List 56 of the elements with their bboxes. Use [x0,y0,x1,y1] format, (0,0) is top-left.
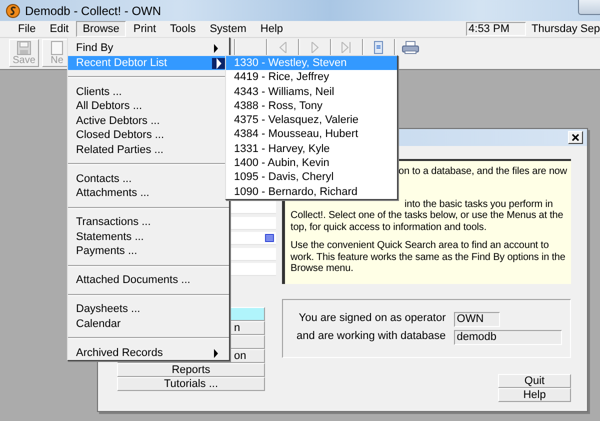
menu-bar-item[interactable]: Browse [76,21,126,37]
menu-item[interactable]: Archived Records [68,346,229,360]
menu-bar-item[interactable]: System [202,21,254,37]
clock-time: 4:53 PM [466,22,526,36]
menu-item[interactable]: Related Parties ... [68,142,229,157]
menu-item[interactable]: All Debtors ... [68,99,229,114]
input-field[interactable] [228,248,276,260]
menu-bar-item[interactable]: Help [253,21,290,37]
note-icon[interactable] [374,41,383,54]
menu-item[interactable]: Statements ... [68,230,229,244]
close-icon[interactable] [568,131,583,144]
menu-bar-item[interactable]: File [11,21,43,37]
input-field[interactable] [228,216,276,230]
input-field[interactable] [228,201,276,214]
menu-item[interactable]: Calendar [68,316,229,331]
info-paragraph: Use the convenient Quick Search area to find an account to work. This feature works the same as the Find By options in the Browse menu. [290,240,566,274]
menu-item[interactable]: Payments ... [68,244,229,258]
input-field[interactable] [228,232,276,245]
menu-item[interactable]: Attachments ... [68,186,229,200]
printer-icon[interactable] [402,41,419,54]
database-label: and are working with database [296,330,446,344]
menu-item[interactable]: Closed Debtors ... [68,128,229,142]
database-field: demodb [454,330,562,345]
operator-label: You are signed on as operator [298,312,446,326]
task-button[interactable]: Tutorials ... [117,377,265,391]
dialog-button[interactable]: Help [498,388,571,402]
menu-item[interactable]: 4419 - Rice, Jeffrey [226,70,397,85]
info-paragraph: on to a database, and the files are now [398,166,567,178]
menu-bar-item[interactable]: Tools [163,21,203,37]
blank-page-icon [51,41,63,55]
menu-item[interactable]: Daysheets ... [68,302,229,316]
window-control-button[interactable] [578,0,600,15]
menu-item[interactable]: 4343 - Williams, Neil [226,84,397,99]
menu-item[interactable]: Clients ... [68,84,229,99]
menu-item[interactable]: Attached Documents ... [68,273,229,288]
task-button[interactable]: Reports [117,363,265,377]
menu-item[interactable]: 1400 - Aubin, Kevin [226,156,397,170]
menu-item[interactable]: Active Debtors ... [68,114,229,128]
app-logo-icon [6,4,20,18]
menu-bar-item[interactable]: Edit [42,21,76,37]
menu-bar-item[interactable]: Print [126,21,164,37]
menu-item[interactable]: 1331 - Harvey, Kyle [226,142,397,156]
dialog-button[interactable]: Quit [498,374,571,388]
menu-item[interactable]: Contacts ... [68,172,229,186]
menu-item[interactable]: Transactions ... [68,215,229,230]
menu-item[interactable]: 4388 - Ross, Tony [226,98,397,114]
menu-item[interactable]: 4384 - Mousseau, Hubert [226,127,397,142]
operator-field: OWN [454,312,500,327]
window-title: Demodb - Collect! - OWN [25,4,162,18]
menu-item[interactable]: 4375 - Velasquez, Valerie [226,113,397,128]
menu-item[interactable]: 1095 - Davis, Cheryl [226,170,397,185]
input-field[interactable] [228,263,276,276]
info-paragraph: into the basic tasks you perform in Collect!. Select one of the tasks below, or use the Menus at the top, for quick access to information and tools. [290,198,564,233]
clock-date: Thursday Sep [532,23,600,35]
menu-item[interactable]: 1090 - Bernardo, Richard [226,184,397,199]
list-icon[interactable] [264,234,274,242]
